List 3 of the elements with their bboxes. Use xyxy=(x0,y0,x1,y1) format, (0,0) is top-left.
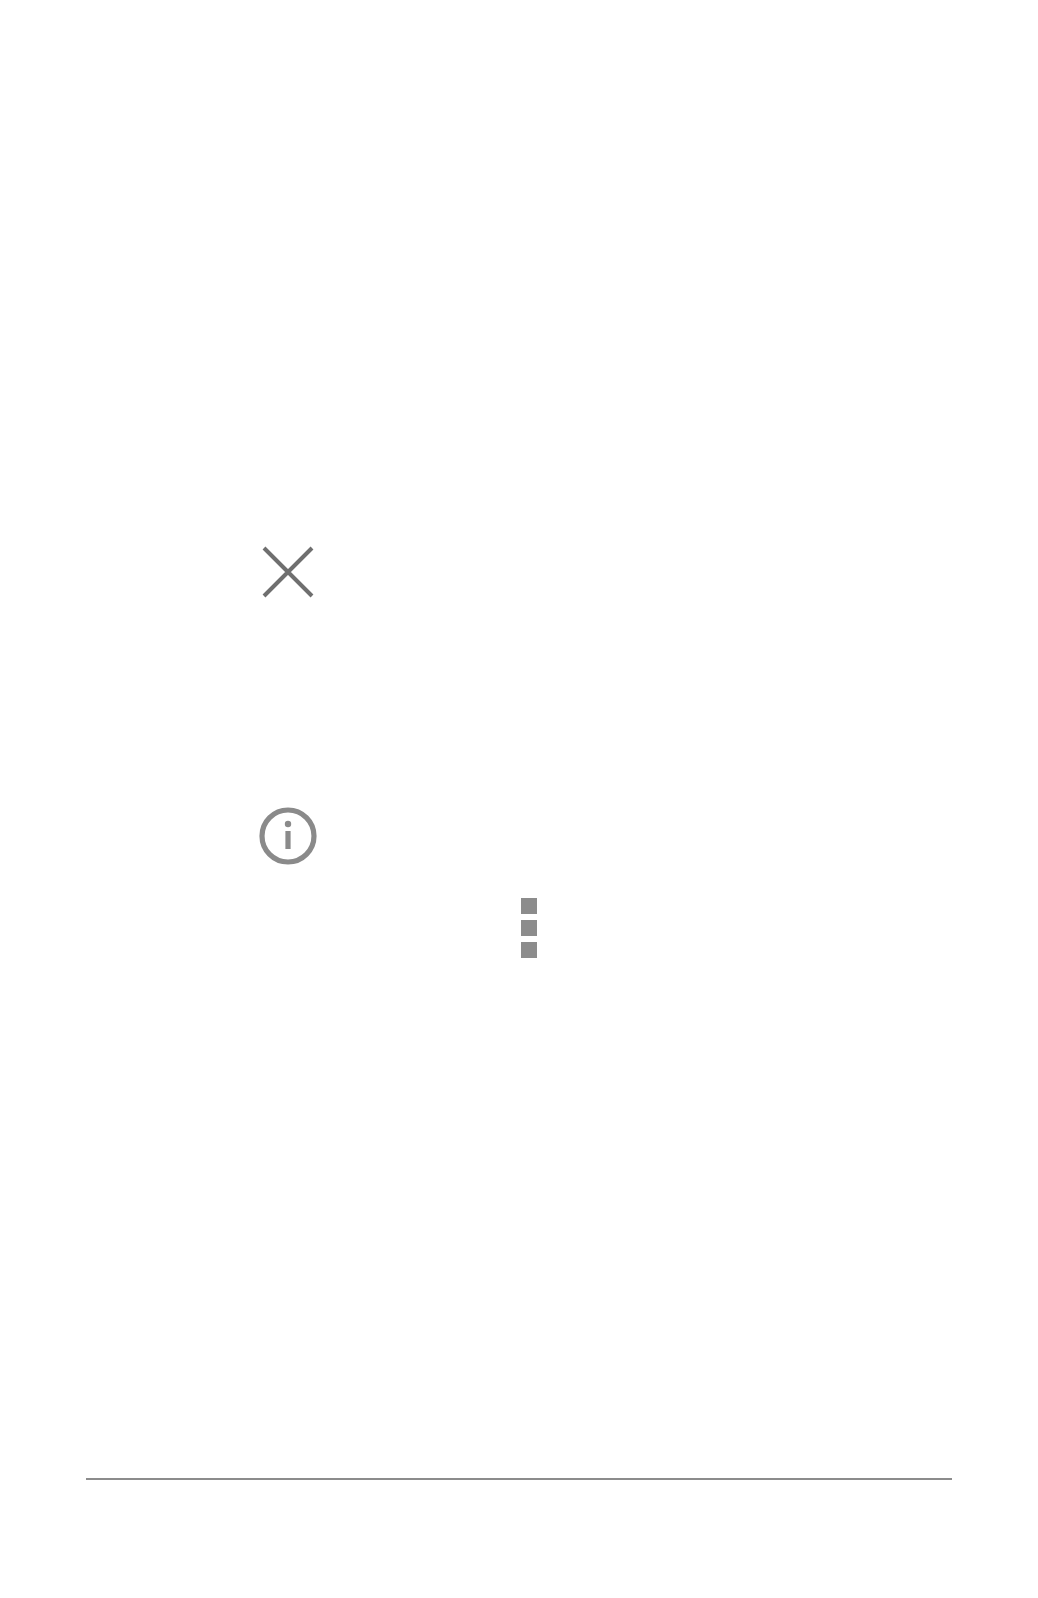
close-icon[interactable] xyxy=(262,546,314,598)
more-icon[interactable] xyxy=(520,898,538,958)
info-icon[interactable] xyxy=(258,806,318,866)
